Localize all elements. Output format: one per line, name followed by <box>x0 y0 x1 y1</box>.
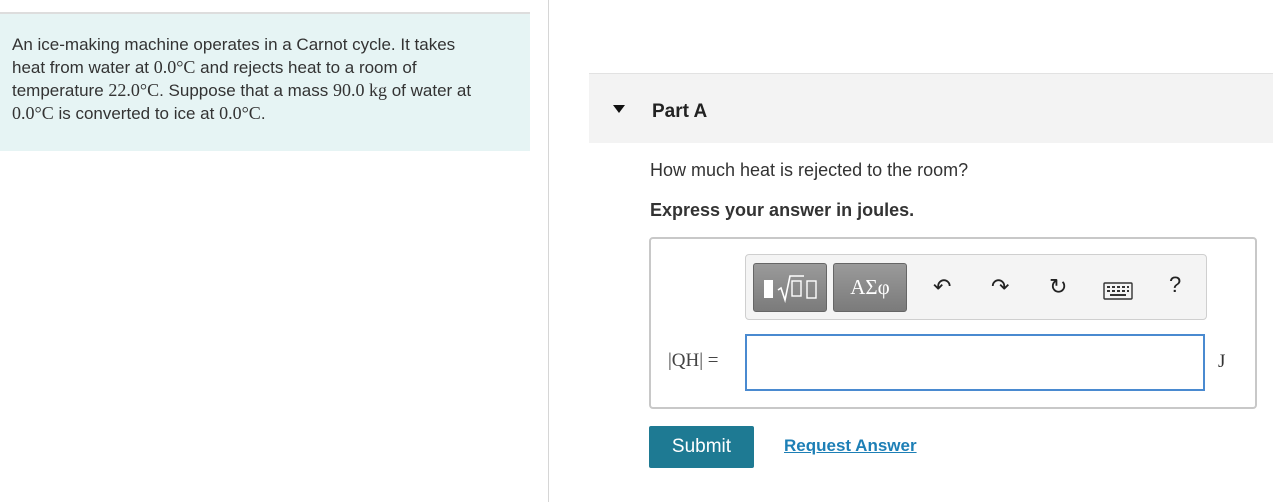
problem-statement-box: An ice-making machine operates in a Carn… <box>0 14 530 151</box>
redo-icon[interactable]: ↷ <box>991 274 1009 300</box>
greek-symbols-button[interactable]: ΑΣφ <box>833 263 907 312</box>
part-title: Part A <box>652 101 708 122</box>
undo-icon[interactable]: ↶ <box>933 274 951 300</box>
help-icon[interactable]: ? <box>1169 272 1181 298</box>
instruction-text: Express your answer in joules. <box>650 200 915 220</box>
pane-divider <box>548 0 549 502</box>
request-answer-link[interactable]: Request Answer <box>784 436 917 456</box>
sqrt-template-icon <box>764 275 817 304</box>
equation-label: |QH| = <box>668 350 719 371</box>
submit-button[interactable]: Submit <box>649 426 754 468</box>
problem-pane: An ice-making machine operates in a Carn… <box>0 0 548 502</box>
collapse-caret-icon[interactable] <box>613 105 625 113</box>
answer-input[interactable] <box>745 334 1205 391</box>
unit-label: J <box>1218 351 1226 372</box>
question-text: How much heat is rejected to the room? <box>650 160 969 180</box>
part-a-header[interactable]: Part A <box>589 73 1273 143</box>
reset-icon[interactable]: ↻ <box>1049 274 1067 300</box>
templates-button[interactable] <box>753 263 827 312</box>
problem-statement: An ice-making machine operates in a Carn… <box>12 35 472 123</box>
keyboard-icon[interactable] <box>1103 282 1133 300</box>
math-toolbar: ΑΣφ ↶ ↷ ↻ ? <box>745 254 1207 320</box>
